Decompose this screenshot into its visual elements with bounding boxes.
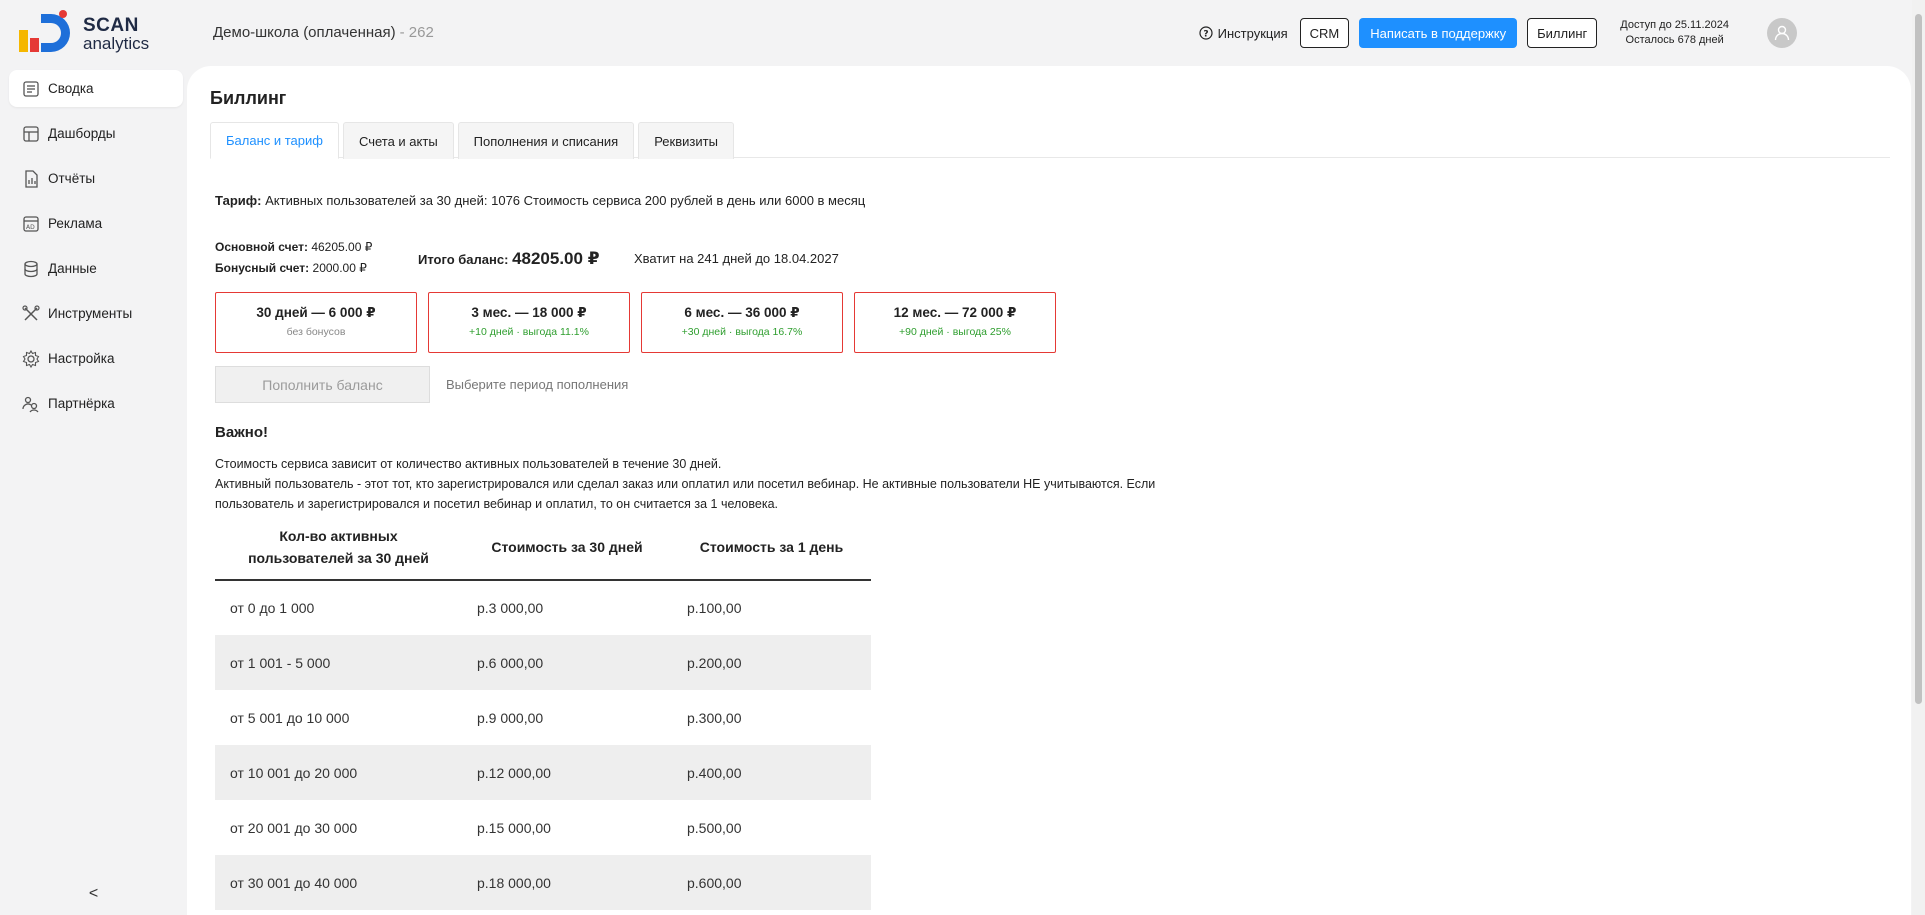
topup-hint: Выберите период пополнения <box>446 377 629 392</box>
sidebar-item-label: Сводка <box>48 81 94 96</box>
balance-enough: Хватит на 241 дней до 18.04.2027 <box>634 251 839 266</box>
page-scrollbar[interactable] <box>1912 0 1925 915</box>
main-account-value: 46205.00 ₽ <box>311 240 373 254</box>
sidebar-item-summary[interactable]: Сводка <box>9 70 183 107</box>
main-content: Биллинг Баланс и тариф Счета и акты Попо… <box>187 66 1911 915</box>
period-subtitle: +30 дней · выгода 16.7% <box>681 326 803 338</box>
sidebar-item-reports[interactable]: Отчёты <box>9 160 183 197</box>
logo-title: SCAN <box>83 15 139 36</box>
period-title: 30 дней — 6 000 ₽ <box>256 305 376 320</box>
sidebar-item-label: Партнёрка <box>48 396 115 411</box>
reports-icon <box>25 169 38 188</box>
tools-icon <box>22 304 40 321</box>
sidebar-item-label: Дашборды <box>48 126 116 141</box>
logo[interactable]: SCAN analytics <box>17 8 157 58</box>
important-text: Стоимость сервиса зависит от количество … <box>215 454 1215 514</box>
avatar[interactable] <box>1767 18 1797 48</box>
period-subtitle: без бонусов <box>286 326 346 338</box>
crm-button[interactable]: CRM <box>1299 18 1350 48</box>
important-line-1: Стоимость сервиса зависит от количество … <box>215 457 722 471</box>
partners-icon <box>22 396 39 412</box>
chevron-left-icon: < <box>88 884 99 902</box>
sidebar-item-tools[interactable]: Инструменты <box>9 295 183 332</box>
days-left: Осталось 678 дней <box>1625 34 1724 46</box>
main-account-label: Основной счет: <box>215 240 308 254</box>
sidebar-item-label: Реклама <box>48 216 103 231</box>
table-row: от 5 001 до 10 000 р.9 000,00 р.300,00 <box>230 709 742 726</box>
table-row: от 0 до 1 000 р.3 000,00 р.100,00 <box>230 600 742 616</box>
gear-icon <box>22 349 40 368</box>
important-line-2: Активный пользователь - этот тот, кто за… <box>215 477 1156 511</box>
sidebar-item-ads[interactable]: AD Реклама <box>9 205 183 242</box>
sidebar-item-label: Отчёты <box>48 171 96 186</box>
table-row: от 20 001 до 30 000 р.15 000,00 р.500,00 <box>230 819 742 836</box>
billing-tabs: Баланс и тариф Счета и акты Пополнения и… <box>210 122 1890 159</box>
scan-analytics-logo-icon <box>19 10 70 52</box>
school-name: Демо-школа (оплаченная) <box>213 24 396 41</box>
period-subtitle: +90 дней · выгода 25% <box>899 326 1011 338</box>
sidebar-item-settings[interactable]: Настройка <box>9 340 183 377</box>
tab-requisites[interactable]: Реквизиты <box>638 122 734 159</box>
period-subtitle: +10 дней · выгода 11.1% <box>469 326 589 338</box>
page-title: Биллинг <box>210 88 287 108</box>
period-option-3-months[interactable]: 3 мес. — 18 000 ₽ +10 дней · выгода 11.1… <box>428 292 630 353</box>
total-balance-label: Итого баланс: <box>418 252 509 267</box>
access-info: Доступ до 25.11.2024 Осталось 678 дней <box>1620 18 1729 48</box>
ads-icon: AD <box>23 215 39 232</box>
important-title: Важно! <box>215 424 269 441</box>
summary-icon <box>23 80 39 97</box>
sidebar-item-dashboards[interactable]: Дашборды <box>9 115 183 152</box>
access-until: Доступ до 25.11.2024 <box>1620 19 1729 31</box>
period-option-6-months[interactable]: 6 мес. — 36 000 ₽ +30 дней · выгода 16.7… <box>641 292 843 353</box>
database-icon <box>24 260 38 277</box>
school-count: - 262 <box>399 24 434 41</box>
top-header: Демо-школа (оплаченная) - 262 ? Инструкци… <box>187 0 1925 66</box>
period-title: 12 мес. — 72 000 ₽ <box>893 305 1017 320</box>
table-row: от 1 001 - 5 000 р.6 000,00 р.200,00 <box>215 635 871 690</box>
period-options: 30 дней — 6 000 ₽ без бонусов 3 мес. — 1… <box>215 292 1067 353</box>
tab-transactions[interactable]: Пополнения и списания <box>457 122 635 159</box>
svg-text:AD: AD <box>26 224 35 231</box>
bonus-account-value: 2000.00 ₽ <box>312 261 367 275</box>
accounts-info: Основной счет: 46205.00 ₽ Бонусный счет:… <box>215 237 372 279</box>
tab-balance[interactable]: Баланс и тариф <box>210 122 339 159</box>
tariff-text: Активных пользователей за 30 дней: 1076 … <box>265 193 866 208</box>
table-header-users: Кол-во активных пользователей за 30 дней <box>215 514 462 581</box>
support-button[interactable]: Написать в поддержку <box>1359 18 1518 48</box>
sidebar: SCAN analytics Сводка Дашборды Отчёты AD… <box>0 0 187 915</box>
sidebar-item-partners[interactable]: Партнёрка <box>9 385 183 422</box>
help-circle-icon: ? <box>1199 26 1213 40</box>
logo-subtitle: analytics <box>83 34 150 53</box>
table-row: от 30 001 до 40 000 р.18 000,00 р.600,00 <box>215 855 871 910</box>
table-header-cost-30: Стоимость за 30 дней <box>462 514 672 581</box>
dashboard-icon <box>23 125 39 142</box>
period-option-30-days[interactable]: 30 дней — 6 000 ₽ без бонусов <box>215 292 417 353</box>
collapse-sidebar-button[interactable]: < <box>0 872 187 915</box>
tariff-info: Тариф: Активных пользователей за 30 дней… <box>215 193 865 208</box>
total-balance: Итого баланс: 48205.00 ₽ <box>418 249 600 269</box>
period-title: 6 мес. — 36 000 ₽ <box>684 305 800 320</box>
sidebar-item-label: Данные <box>48 261 97 276</box>
bonus-account-label: Бонусный счет: <box>215 261 310 275</box>
period-title: 3 мес. — 18 000 ₽ <box>471 305 587 320</box>
user-icon <box>1774 25 1790 41</box>
sidebar-item-label: Инструменты <box>48 306 133 321</box>
table-row: от 10 001 до 20 000 р.12 000,00 р.400,00 <box>215 745 871 800</box>
svg-text:?: ? <box>1203 30 1208 40</box>
sidebar-item-data[interactable]: Данные <box>9 250 183 287</box>
tab-invoices[interactable]: Счета и акты <box>342 122 454 159</box>
topup-balance-button[interactable]: Пополнить баланс <box>215 366 430 403</box>
school-selector[interactable]: Демо-школа (оплаченная) - 262 <box>213 24 434 41</box>
table-header-cost-day: Стоимость за 1 день <box>672 514 871 581</box>
sidebar-nav: Сводка Дашборды Отчёты AD Реклама Данные… <box>9 70 183 430</box>
tariff-label: Тариф: <box>215 193 262 208</box>
sidebar-item-label: Настройка <box>48 351 115 366</box>
pricing-table: Кол-во активных пользователей за 30 дней… <box>215 514 871 910</box>
scrollbar-thumb[interactable] <box>1915 14 1922 704</box>
instruction-link[interactable]: ? Инструкция <box>1199 26 1288 41</box>
total-balance-value: 48205.00 ₽ <box>512 249 600 268</box>
billing-button[interactable]: Биллинг <box>1527 18 1598 48</box>
period-option-12-months[interactable]: 12 мес. — 72 000 ₽ +90 дней · выгода 25% <box>854 292 1056 353</box>
